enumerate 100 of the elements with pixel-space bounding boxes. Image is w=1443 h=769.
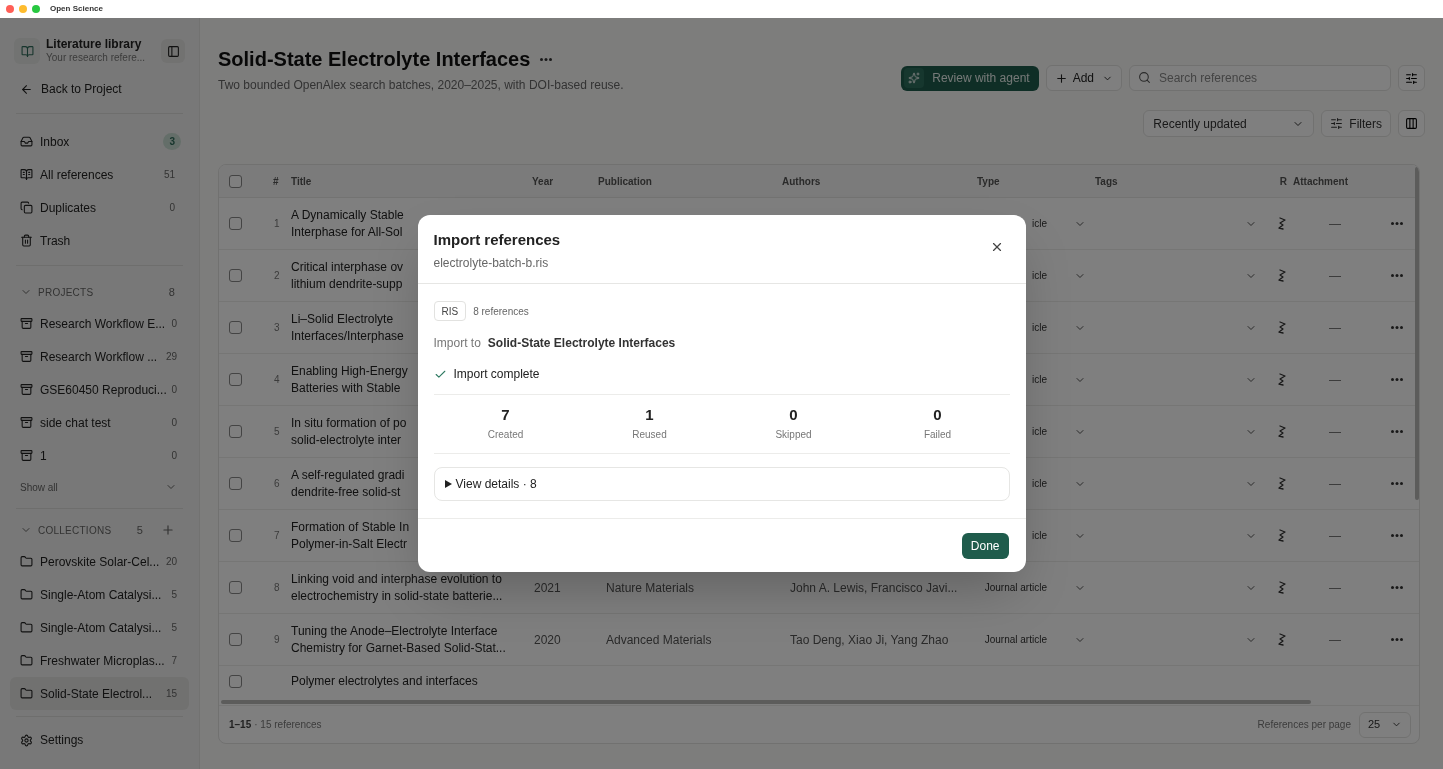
ellipsis-icon	[540, 57, 553, 61]
column-header[interactable]: Publication	[598, 173, 652, 189]
sidebar-toggle-button[interactable]	[161, 39, 185, 63]
project-item[interactable]: side chat test 0	[0, 406, 199, 439]
collection-item[interactable]: Freshwater Microplas... 7	[10, 644, 189, 677]
row-checkbox[interactable]	[229, 633, 242, 646]
per-page-select[interactable]: 25	[1359, 711, 1411, 738]
collection-item[interactable]: Single-Atom Catalysi... 5	[10, 578, 189, 611]
collection-item[interactable]: Perovskite Solar-Cel... 20	[10, 545, 189, 578]
title-line: Li–Solid Electrolyte	[291, 310, 394, 328]
add-button[interactable]: Add	[1045, 65, 1122, 91]
vertical-scrollbar[interactable]	[1415, 167, 1419, 500]
title-line: A self-regulated gradi	[291, 466, 405, 484]
column-header[interactable]: R	[1279, 173, 1287, 189]
nav-item[interactable]: Duplicates 0	[8, 191, 191, 224]
nav-item[interactable]: Inbox 3	[8, 125, 191, 158]
range-label: 1–15	[229, 718, 252, 732]
row-checkbox[interactable]	[229, 425, 242, 438]
column-header[interactable]: Title	[291, 173, 312, 189]
more-button[interactable]	[1391, 378, 1403, 381]
stat-value: 7	[501, 406, 510, 424]
item-count: 5	[171, 621, 177, 635]
archive-icon	[20, 350, 33, 363]
more-button[interactable]	[1391, 638, 1403, 641]
search-field[interactable]: Search references	[1129, 65, 1391, 91]
columns-icon	[1405, 117, 1418, 130]
select-all-checkbox[interactable]	[229, 174, 242, 188]
sliders-icon	[1405, 71, 1418, 85]
column-header[interactable]: Tags	[1095, 173, 1118, 189]
row-checkbox[interactable]	[229, 217, 242, 230]
review-button[interactable]: Review with agent	[901, 65, 1039, 91]
title-line: Polymer electrolytes and interfaces	[291, 673, 478, 690]
filters-button[interactable]: Filters	[1321, 110, 1391, 137]
row-checkbox[interactable]	[229, 373, 242, 386]
maximize-window-button[interactable]	[32, 5, 40, 13]
format-badge: RIS	[433, 301, 467, 321]
type-cell-text: icle	[1032, 477, 1047, 491]
project-item[interactable]: Research Workflow E... 0	[0, 307, 199, 340]
item-count: 0	[171, 383, 177, 397]
more-button[interactable]	[1391, 274, 1403, 277]
sort-select[interactable]: Recently updated	[1143, 110, 1315, 137]
title-line: A Dynamically Stable	[291, 206, 404, 224]
columns-button[interactable]	[1398, 110, 1425, 137]
year-cell-text: 2021	[534, 579, 561, 597]
more-button[interactable]	[1391, 222, 1403, 225]
attachment-cell-text: —	[1329, 423, 1341, 441]
minimize-window-button[interactable]	[19, 5, 27, 13]
row-checkbox[interactable]	[229, 581, 242, 594]
attachment-cell-text: —	[1329, 267, 1341, 285]
column-header[interactable]: Year	[532, 173, 554, 189]
column-header[interactable]: Type	[977, 173, 1000, 189]
type-cell-text: icle	[1032, 269, 1047, 283]
ellipsis-icon	[1391, 378, 1403, 381]
row-checkbox[interactable]	[229, 477, 242, 490]
row-number: 1	[274, 217, 280, 231]
row-checkbox[interactable]	[229, 529, 242, 542]
copy-icon	[20, 201, 33, 214]
more-button[interactable]	[1391, 586, 1403, 589]
trash-icon	[20, 234, 33, 247]
file-name: electrolyte-batch-b.ris	[433, 255, 550, 272]
more-button[interactable]	[540, 57, 553, 61]
show-all-link[interactable]: Show all	[20, 479, 58, 495]
project-item[interactable]: 1 0	[0, 439, 199, 472]
back-link[interactable]: Back to Project	[0, 76, 199, 102]
column-header[interactable]: Authors	[782, 173, 821, 189]
type-cell-text: Journal article	[984, 633, 1047, 647]
title-line: Tuning the Anode–Electrolyte Interface	[291, 622, 498, 640]
row-checkbox[interactable]	[229, 269, 242, 282]
publication-cell-text: Nature Materials	[606, 579, 695, 597]
section-count: 8	[168, 284, 175, 300]
attachment-cell-text: —	[1329, 631, 1341, 649]
column-header[interactable]: Attachment	[1293, 173, 1348, 189]
section-label: COLLECTIONS	[38, 523, 112, 538]
item-count: 0	[171, 416, 177, 430]
settings-button[interactable]	[1398, 65, 1425, 91]
row-checkbox[interactable]	[229, 321, 242, 334]
column-header[interactable]: #	[273, 173, 279, 189]
close-window-button[interactable]	[6, 5, 14, 13]
more-button[interactable]	[1391, 326, 1403, 329]
nav-item[interactable]: All references 51	[8, 158, 191, 191]
more-button[interactable]	[1391, 430, 1403, 433]
squiggle-icon	[1277, 477, 1287, 490]
plus-icon[interactable]	[161, 523, 175, 537]
nav-count: 0	[168, 201, 176, 215]
row-checkbox[interactable]	[229, 674, 242, 688]
settings-link[interactable]: Settings	[0, 723, 199, 757]
project-item[interactable]: GSE60450 Reproduci... 0	[0, 373, 199, 406]
ellipsis-icon	[1391, 274, 1403, 277]
stat-value: 0	[933, 406, 942, 424]
ellipsis-icon	[1391, 326, 1403, 329]
type-cell-text: Journal article	[984, 581, 1047, 595]
collection-item[interactable]: Single-Atom Catalysi... 5	[10, 611, 189, 644]
collection-item[interactable]: Solid-State Electrol... 15	[10, 677, 189, 710]
details-toggle[interactable]: View details · 8	[433, 467, 1010, 501]
more-button[interactable]	[1391, 534, 1403, 537]
nav-item[interactable]: Trash	[8, 224, 191, 257]
project-item[interactable]: Research Workflow ... 29	[0, 340, 199, 373]
attachment-cell-text: —	[1329, 371, 1341, 389]
done-button[interactable]: Done	[961, 532, 1009, 559]
more-button[interactable]	[1391, 482, 1403, 485]
